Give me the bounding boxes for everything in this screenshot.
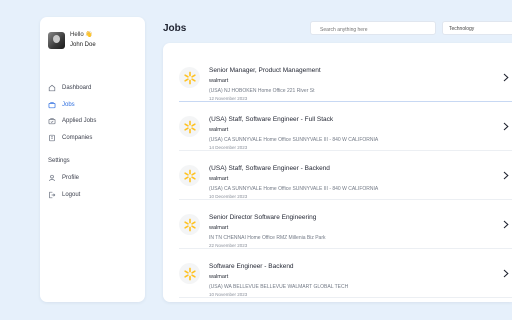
sidebar: Hello 👋 John Doe Dashboard Jobs Applied … [40, 17, 145, 302]
job-location: (USA) NJ HOBOKEN Home Office 221 River S… [209, 88, 315, 94]
job-list-item[interactable]: Software Engineer - Backend walmart (USA) … [179, 250, 512, 298]
sidebar-item-profile[interactable]: Profile [48, 170, 80, 187]
user-name: John Doe [70, 42, 96, 48]
job-list-item[interactable]: Senior Director Software Engineering walm… [179, 201, 512, 249]
settings-nav: Profile Logout [48, 170, 80, 203]
home-icon [48, 84, 56, 92]
job-company: walmart [209, 127, 229, 133]
settings-section-label: Settings [48, 158, 70, 164]
job-title: Senior Manager, Product Management [209, 67, 321, 74]
job-title: (USA) Staff, Software Engineer - Full St… [209, 116, 334, 123]
chevron-right-icon[interactable] [503, 73, 509, 82]
job-date: 10 November 2023 [209, 292, 248, 297]
job-location: IN TN CHENNAI Home Office RMZ Millenia B… [209, 235, 326, 241]
company-logo [179, 116, 200, 137]
main-nav: Dashboard Jobs Applied Jobs Companies [48, 80, 96, 146]
sidebar-item-label: Jobs [62, 101, 75, 108]
chevron-right-icon[interactable] [503, 220, 509, 229]
sidebar-item-label: Applied Jobs [62, 118, 97, 125]
sidebar-item-logout[interactable]: Logout [48, 187, 80, 204]
company-logo [179, 263, 200, 284]
job-list-panel: Senior Manager, Product Management walmar… [163, 43, 512, 302]
page-title: Jobs [163, 23, 187, 34]
chevron-right-icon[interactable] [503, 171, 509, 180]
job-company: walmart [209, 274, 229, 280]
job-date: 22 November 2023 [209, 243, 248, 248]
walmart-logo-icon [183, 267, 196, 280]
briefcase-icon [48, 101, 56, 108]
job-list-item[interactable]: (USA) Staff, Software Engineer - Backend… [179, 152, 512, 200]
building-icon [49, 134, 55, 141]
sidebar-item-label: Profile [62, 175, 80, 182]
job-company: walmart [209, 78, 229, 84]
job-company: walmart [209, 225, 229, 231]
job-location: (USA) CA SUNNYVALE Home Office SUNNYVALE… [209, 186, 379, 192]
sidebar-item-companies[interactable]: Companies [48, 130, 96, 147]
job-date: 14 December 2023 [209, 145, 248, 150]
sidebar-item-label: Logout [62, 191, 81, 198]
user-greeting: Hello 👋 [70, 32, 93, 38]
category-filter-value: Technology [449, 25, 475, 32]
company-logo [179, 214, 200, 235]
company-logo [179, 67, 200, 88]
walmart-logo-icon [183, 169, 196, 182]
sidebar-item-label: Companies [62, 134, 93, 141]
search-input[interactable] [310, 21, 436, 35]
job-title: Senior Director Software Engineering [209, 214, 317, 221]
sidebar-item-jobs[interactable]: Jobs [48, 97, 96, 114]
walmart-logo-icon [183, 218, 196, 231]
avatar [48, 31, 65, 49]
briefcase-check-icon [48, 118, 56, 125]
job-list-item[interactable]: Senior Manager, Product Management walmar… [179, 54, 512, 102]
logout-icon [49, 191, 56, 198]
job-title: (USA) Staff, Software Engineer - Backend [209, 165, 330, 172]
chevron-right-icon[interactable] [503, 122, 509, 131]
job-date: 10 December 2023 [209, 194, 248, 199]
sidebar-item-label: Dashboard [62, 85, 92, 92]
job-list-item[interactable]: (USA) Staff, Software Engineer - Full St… [179, 103, 512, 151]
sidebar-item-dashboard[interactable]: Dashboard [48, 80, 96, 97]
user-icon [49, 175, 55, 182]
job-date: 12 November 2023 [209, 96, 248, 101]
walmart-logo-icon [183, 71, 196, 84]
walmart-logo-icon [183, 120, 196, 133]
sidebar-item-applied-jobs[interactable]: Applied Jobs [48, 113, 96, 130]
user-card[interactable]: Hello 👋 John Doe [48, 30, 96, 50]
job-location: (USA) WA BELLEVUE BELLEVUE WALMART GLOBA… [209, 284, 349, 290]
job-title: Software Engineer - Backend [209, 263, 294, 270]
job-company: walmart [209, 176, 229, 182]
job-location: (USA) CA SUNNYVALE Home Office SUNNYVALE… [209, 137, 379, 143]
company-logo [179, 165, 200, 186]
category-filter-select[interactable]: Technology [442, 21, 512, 35]
chevron-right-icon[interactable] [503, 269, 509, 278]
